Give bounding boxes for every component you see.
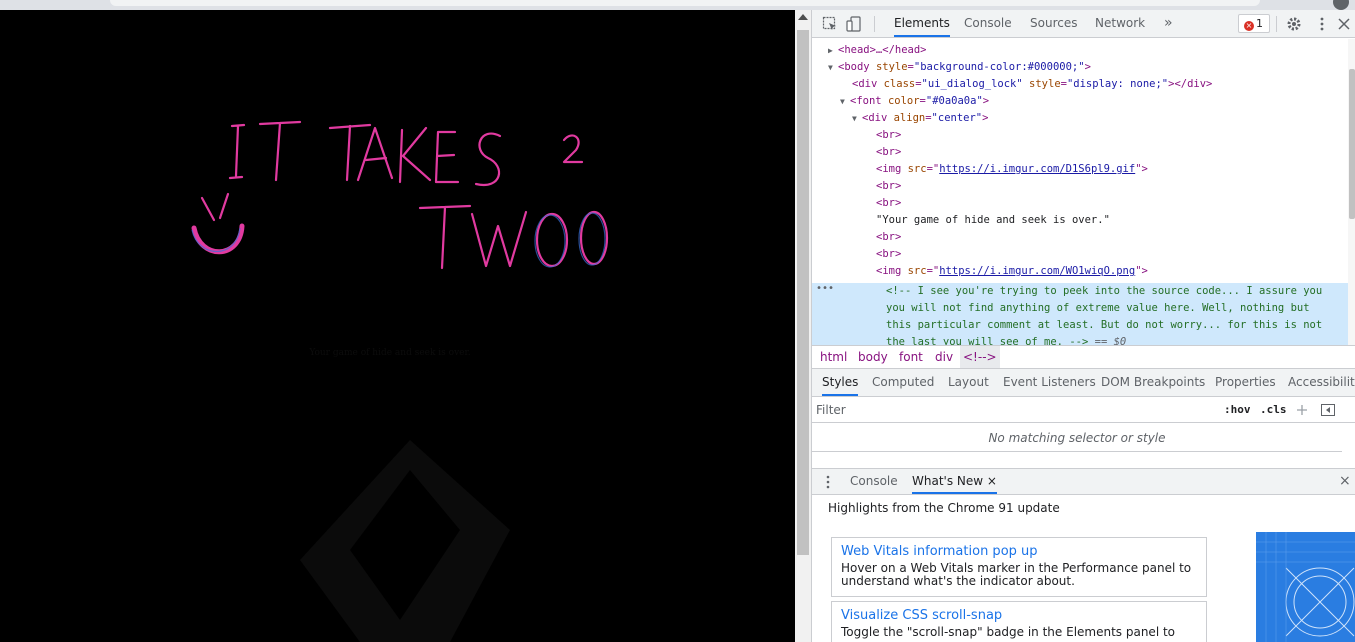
drawer-tab-whats-new[interactable]: What's New × (912, 469, 997, 494)
drawer-tab-console[interactable]: Console (850, 469, 898, 494)
dom-node-img-gif[interactable]: <img src="https://i.imgur.com/D1S6pl9.gi… (876, 161, 1148, 178)
inspect-element-icon[interactable] (822, 16, 838, 32)
close-icon[interactable] (1336, 16, 1352, 32)
styles-filter-bar: :hov .cls (812, 397, 1355, 423)
breadcrumb-html[interactable]: html (820, 346, 847, 368)
tab-styles[interactable]: Styles (822, 369, 859, 396)
more-tabs-button[interactable]: » (1164, 10, 1173, 37)
page-viewport: Your game of hide and seek is over. (0, 10, 795, 642)
expand-arrow-icon[interactable]: ▶ (828, 42, 838, 59)
img-src-link[interactable]: https://i.imgur.com/WO1wiqO.png (939, 265, 1135, 277)
error-count: 1 (1256, 17, 1263, 30)
page-scrollbar[interactable] (795, 10, 811, 642)
gear-icon[interactable] (1286, 16, 1302, 32)
dom-node-br[interactable]: <br> (876, 195, 901, 212)
comment-line: you will not find anything of extreme va… (886, 302, 1310, 314)
card-title-link[interactable]: Web Vitals information pop up (841, 543, 1197, 560)
drawer-menu-icon[interactable] (824, 474, 832, 490)
device-toolbar-icon[interactable] (846, 16, 862, 32)
kebab-menu-icon[interactable] (1314, 16, 1330, 32)
dom-node-img-png[interactable]: <img src="https://i.imgur.com/WO1wiqO.pn… (876, 263, 1148, 280)
tab-dom-breakpoints[interactable]: DOM Breakpoints (1101, 369, 1205, 396)
breadcrumb-font[interactable]: font (899, 346, 923, 368)
whats-new-header: Highlights from the Chrome 91 update (828, 501, 1060, 515)
card-description: Hover on a Web Vitals marker in the Perf… (841, 561, 1192, 588)
node-actions-ellipsis[interactable]: ••• (816, 283, 834, 294)
breadcrumb-body[interactable]: body (858, 346, 888, 368)
faded-logo-image (300, 440, 510, 642)
dom-node-font[interactable]: ▼ <font color="#0a0a0a"> (840, 93, 989, 110)
tab-close-icon[interactable]: × (987, 474, 997, 488)
whats-new-card[interactable]: Visualize CSS scroll-snap Toggle the "sc… (831, 601, 1207, 642)
dom-node-dialog-lock[interactable]: <div class="ui_dialog_lock" style="displ… (852, 76, 1212, 93)
dom-tree-scrollbar[interactable] (1348, 39, 1355, 345)
tab-layout[interactable]: Layout (948, 369, 989, 396)
devtools-panel: Elements Console Sources Network » × 1 ▶ <… (811, 10, 1355, 642)
breadcrumb-div[interactable]: div (935, 346, 953, 368)
dom-node-body[interactable]: ▼ <body style="background-color:#000000;"… (828, 59, 1091, 76)
scroll-up-arrow-icon[interactable] (798, 14, 808, 20)
error-count-badge[interactable]: × 1 (1238, 14, 1270, 33)
address-bar[interactable] (110, 0, 1260, 6)
drawer-close-icon[interactable]: × (1339, 473, 1351, 489)
devtools-toolbar: Elements Console Sources Network » × 1 (812, 10, 1355, 38)
class-toggle[interactable]: .cls (1260, 401, 1287, 419)
comment-line: <!-- I see you're trying to peek into th… (886, 285, 1323, 297)
dom-node-br[interactable]: <br> (876, 229, 901, 246)
drawer-toolbar: Console What's New × × (812, 468, 1355, 495)
styles-filter-input[interactable] (816, 400, 1212, 419)
comment-line: this particular comment at least. But do… (886, 319, 1323, 331)
toolbar-separator (874, 16, 875, 32)
collapse-arrow-icon[interactable]: ▼ (852, 110, 862, 127)
styles-pane-tabs: Styles Computed Layout Event Listeners D… (812, 369, 1355, 397)
dom-node-br[interactable]: <br> (876, 246, 901, 263)
whats-new-illustration (1256, 532, 1355, 642)
error-icon: × (1244, 21, 1254, 31)
tab-properties[interactable]: Properties (1215, 369, 1276, 396)
tab-sources[interactable]: Sources (1030, 10, 1077, 37)
card-title-link[interactable]: Visualize CSS scroll-snap (841, 607, 1197, 624)
dom-node-div-center[interactable]: ▼ <div align="center"> (852, 110, 988, 127)
page-caption: Your game of hide and seek is over. (309, 348, 471, 358)
dom-tree[interactable]: ▶ <head>…</head> ▼ <body style="background… (812, 39, 1355, 345)
toggle-sidebar-icon[interactable] (1320, 402, 1336, 418)
collapse-arrow-icon[interactable]: ▼ (828, 59, 838, 76)
tab-network[interactable]: Network (1095, 10, 1145, 37)
page-scrollbar-thumb[interactable] (797, 30, 809, 555)
breadcrumb: html body font div <!--> (812, 345, 1355, 369)
tab-elements[interactable]: Elements (894, 10, 950, 37)
no-matching-style-message: No matching selector or style (812, 424, 1342, 452)
tab-accessibility[interactable]: Accessibility (1288, 369, 1355, 396)
card-description: Toggle the "scroll-snap" badge in the El… (841, 625, 1176, 639)
browser-top-strip (0, 0, 1355, 10)
toolbar-separator (1276, 16, 1277, 32)
tab-console[interactable]: Console (964, 10, 1012, 37)
it-takes-two-logo (191, 120, 609, 270)
dom-node-br[interactable]: <br> (876, 144, 901, 161)
tab-computed[interactable]: Computed (872, 369, 934, 396)
dom-text-node[interactable]: "Your game of hide and seek is over." (876, 212, 1110, 229)
dom-node-br[interactable]: <br> (876, 178, 901, 195)
dom-node-br[interactable]: <br> (876, 127, 901, 144)
dom-node-head[interactable]: ▶ <head>…</head> (828, 42, 927, 59)
profile-avatar[interactable] (1333, 0, 1349, 10)
dom-tree-scrollbar-thumb[interactable] (1349, 69, 1355, 219)
add-rule-icon[interactable] (1294, 402, 1310, 418)
comment-line: the last you will see of me. --> == $0 (886, 334, 1126, 345)
tab-event-listeners[interactable]: Event Listeners (1003, 369, 1096, 396)
whats-new-card[interactable]: Web Vitals information pop up Hover on a… (831, 537, 1207, 597)
selected-node-marker: == $0 (1094, 336, 1127, 345)
collapse-arrow-icon[interactable]: ▼ (840, 93, 850, 110)
img-src-link[interactable]: https://i.imgur.com/D1S6pl9.gif (939, 163, 1135, 175)
hover-state-toggle[interactable]: :hov (1224, 401, 1251, 419)
breadcrumb-comment[interactable]: <!--> (960, 346, 1000, 368)
